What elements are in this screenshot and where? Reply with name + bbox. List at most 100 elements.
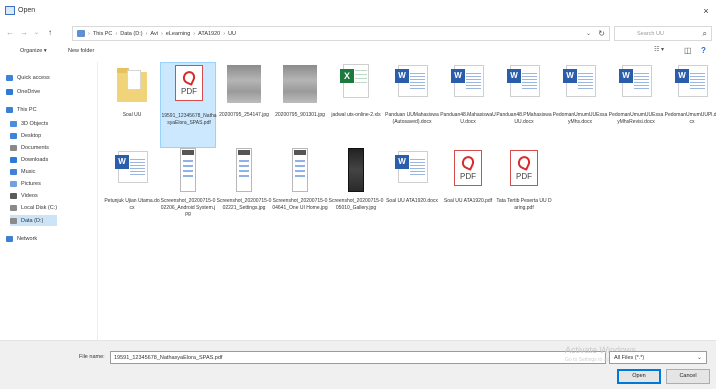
sidebar-item-desktop[interactable]: Desktop	[10, 130, 41, 141]
word-badge: W	[507, 69, 521, 83]
file-list: Soal UU PDF 19591_12345678_NathasyaElora_S…	[100, 62, 716, 340]
file-name: Panduan48.PMahasiswaUU.docx	[496, 112, 552, 125]
file-item[interactable]: 20200795_254147.jpg	[216, 62, 272, 148]
word-badge: W	[619, 69, 633, 83]
breadcrumb-item[interactable]: eLearning	[166, 31, 190, 38]
word-badge: W	[395, 69, 409, 83]
sidebar-item-documents[interactable]: Documents	[10, 142, 49, 153]
sidebar-item-label: Quick access	[17, 74, 50, 81]
organize-button[interactable]: Organize ▾	[20, 48, 47, 54]
breadcrumb-item[interactable]: Avi	[150, 31, 158, 38]
search-icon[interactable]: ⌕	[703, 29, 707, 39]
dialog-app-icon	[5, 6, 15, 15]
file-item[interactable]: Screenshot_20200715-004641_One UI Home.j…	[272, 148, 328, 234]
sidebar-item-label: This PC	[17, 106, 37, 113]
file-item[interactable]: W Petunjuk Ujian Utama.docx	[104, 148, 160, 234]
sidebar-item-onedrive[interactable]: OneDrive	[6, 86, 40, 97]
breadcrumb-item[interactable]: UU	[228, 31, 236, 38]
file-item[interactable]: W Panduan UUMahasiswa (Autosaved).docx	[384, 62, 440, 148]
file-item[interactable]: Screenshot_20200715-002206_Android Syste…	[160, 148, 216, 234]
forward-icon[interactable]: →	[20, 28, 28, 38]
file-item[interactable]: W Soal UU ATA1920.docx	[384, 148, 440, 234]
word-icon: W	[111, 148, 153, 194]
refresh-icon[interactable]: ↻	[598, 29, 605, 38]
file-name: Panduan UUMahasiswa (Autosaved).docx	[385, 112, 439, 125]
file-name: Soal UU ATA1920.docx	[386, 198, 438, 204]
word-icon: W	[559, 62, 601, 108]
file-item[interactable]: W PedomanUmumUUPl.docx	[664, 62, 716, 148]
close-button[interactable]: ×	[700, 5, 712, 17]
file-item[interactable]: W PedomanUmumUUEssayMhs.docx	[552, 62, 608, 148]
file-name-label: File name:	[79, 354, 105, 360]
sidebar-item-label: Data (D:)	[21, 217, 44, 224]
help-icon[interactable]: ?	[701, 46, 706, 55]
file-name: 19591_12345678_NathasyaElora_SPAS.pdf	[161, 113, 217, 126]
sidebar-item-downloads[interactable]: Downloads	[10, 154, 48, 165]
pdf-icon: PDF	[168, 63, 210, 109]
breadcrumb-item[interactable]: This PC	[93, 31, 113, 38]
new-folder-button[interactable]: New folder	[68, 48, 94, 54]
breadcrumb-item[interactable]: ATA1920	[198, 31, 220, 38]
sidebar-item-label: OneDrive	[17, 88, 41, 95]
file-item[interactable]: W Panduan48.MahasiswaUU.docx	[440, 62, 496, 148]
sidebar-item-this-pc[interactable]: This PC	[6, 104, 37, 115]
address-dropdown-icon[interactable]: ⌄	[586, 30, 591, 37]
sidebar-item-data-d[interactable]: Data (D:)	[10, 215, 58, 226]
search-placeholder: Search UU	[637, 31, 664, 37]
file-item[interactable]: Soal UU	[104, 62, 160, 148]
address-bar[interactable]: › This PC › Data (D:) › Avi › eLearning › ATA1920…	[72, 26, 610, 41]
file-name-field[interactable]	[110, 351, 606, 364]
up-folder-icon[interactable]: ↑	[48, 28, 52, 38]
recent-locations-icon[interactable]: ⌄	[34, 28, 39, 38]
search-box[interactable]: Search UU ⌕	[614, 26, 712, 41]
back-icon[interactable]: ←	[6, 28, 14, 38]
pictures-icon	[10, 180, 17, 187]
sidebar-item-music[interactable]: Music	[10, 166, 35, 177]
breadcrumb-separator[interactable]: ›	[146, 31, 148, 38]
sidebar-item-pictures[interactable]: Pictures	[10, 178, 41, 189]
disk-icon	[10, 204, 17, 211]
breadcrumb-separator[interactable]: ›	[115, 31, 117, 38]
sidebar-item-label: Local Disk (C:)	[21, 204, 58, 211]
file-item[interactable]: W Panduan48.PMahasiswaUU.docx	[496, 62, 552, 148]
disk-icon	[10, 217, 17, 224]
sidebar-item-3d-objects[interactable]: 3D Objects	[10, 118, 48, 129]
sidebar-item-label: Desktop	[21, 132, 42, 139]
breadcrumb-item[interactable]: Data (D:)	[120, 31, 142, 38]
sidebar-item-quick-access[interactable]: Quick access	[6, 72, 50, 83]
pdf-label: PDF	[460, 172, 476, 181]
file-name: Tata Tertib Peserta UU Daring.pdf	[496, 198, 552, 211]
file-item[interactable]: Screenshot_20200715-002221_Settings.jpg	[216, 148, 272, 234]
command-bar: Organize ▾ New folder ☷ ▾ ◫ ?	[0, 44, 716, 60]
word-icon: W	[671, 62, 713, 108]
file-item[interactable]: Xjadwal uts-online-2.xls	[328, 62, 384, 148]
file-item[interactable]: PDF 19591_12345678_NathasyaElora_SPAS.pdf	[160, 62, 217, 148]
chevron-down-icon: ⌄	[696, 355, 702, 361]
word-icon: W	[391, 148, 433, 194]
breadcrumb-separator[interactable]: ›	[88, 31, 90, 38]
computer-icon	[6, 106, 13, 113]
file-item[interactable]: W PedomanUmumUUEssayMhsRevisi.docx	[608, 62, 664, 148]
file-type-dropdown[interactable]: All Files (*.*) ⌄	[609, 351, 707, 364]
file-item[interactable]: Screenshot_20200715-005010_Gallery.jpg	[328, 148, 384, 234]
breadcrumb-separator[interactable]: ›	[193, 31, 195, 38]
sidebar-item-network[interactable]: Network	[6, 233, 37, 244]
open-button[interactable]: Open	[617, 369, 661, 384]
screenshot-thumbnail	[335, 148, 377, 194]
change-view-icon[interactable]: ☷ ▾	[654, 46, 664, 53]
file-item[interactable]: PDF Soal UU ATA1920.pdf	[440, 148, 496, 234]
sidebar-item-videos[interactable]: Videos	[10, 190, 38, 201]
sidebar-item-local-disk-c[interactable]: Local Disk (C:)	[10, 202, 57, 213]
file-name-input[interactable]	[111, 352, 605, 363]
file-item[interactable]: PDF Tata Tertib Peserta UU Daring.pdf	[496, 148, 552, 234]
pdf-label: PDF	[181, 87, 197, 96]
cancel-button[interactable]: Cancel	[666, 369, 710, 384]
breadcrumb-separator[interactable]: ›	[161, 31, 163, 38]
preview-pane-icon[interactable]: ◫	[684, 46, 692, 55]
star-icon	[6, 74, 13, 81]
screenshot-thumbnail	[167, 148, 209, 194]
file-type-value: All Files (*.*)	[614, 355, 645, 361]
file-item[interactable]: 20200795_901301.jpg	[272, 62, 328, 148]
navigation-pane: Quick access OneDrive This PC 3D Objects Des…	[0, 62, 98, 340]
breadcrumb-separator[interactable]: ›	[223, 31, 225, 38]
